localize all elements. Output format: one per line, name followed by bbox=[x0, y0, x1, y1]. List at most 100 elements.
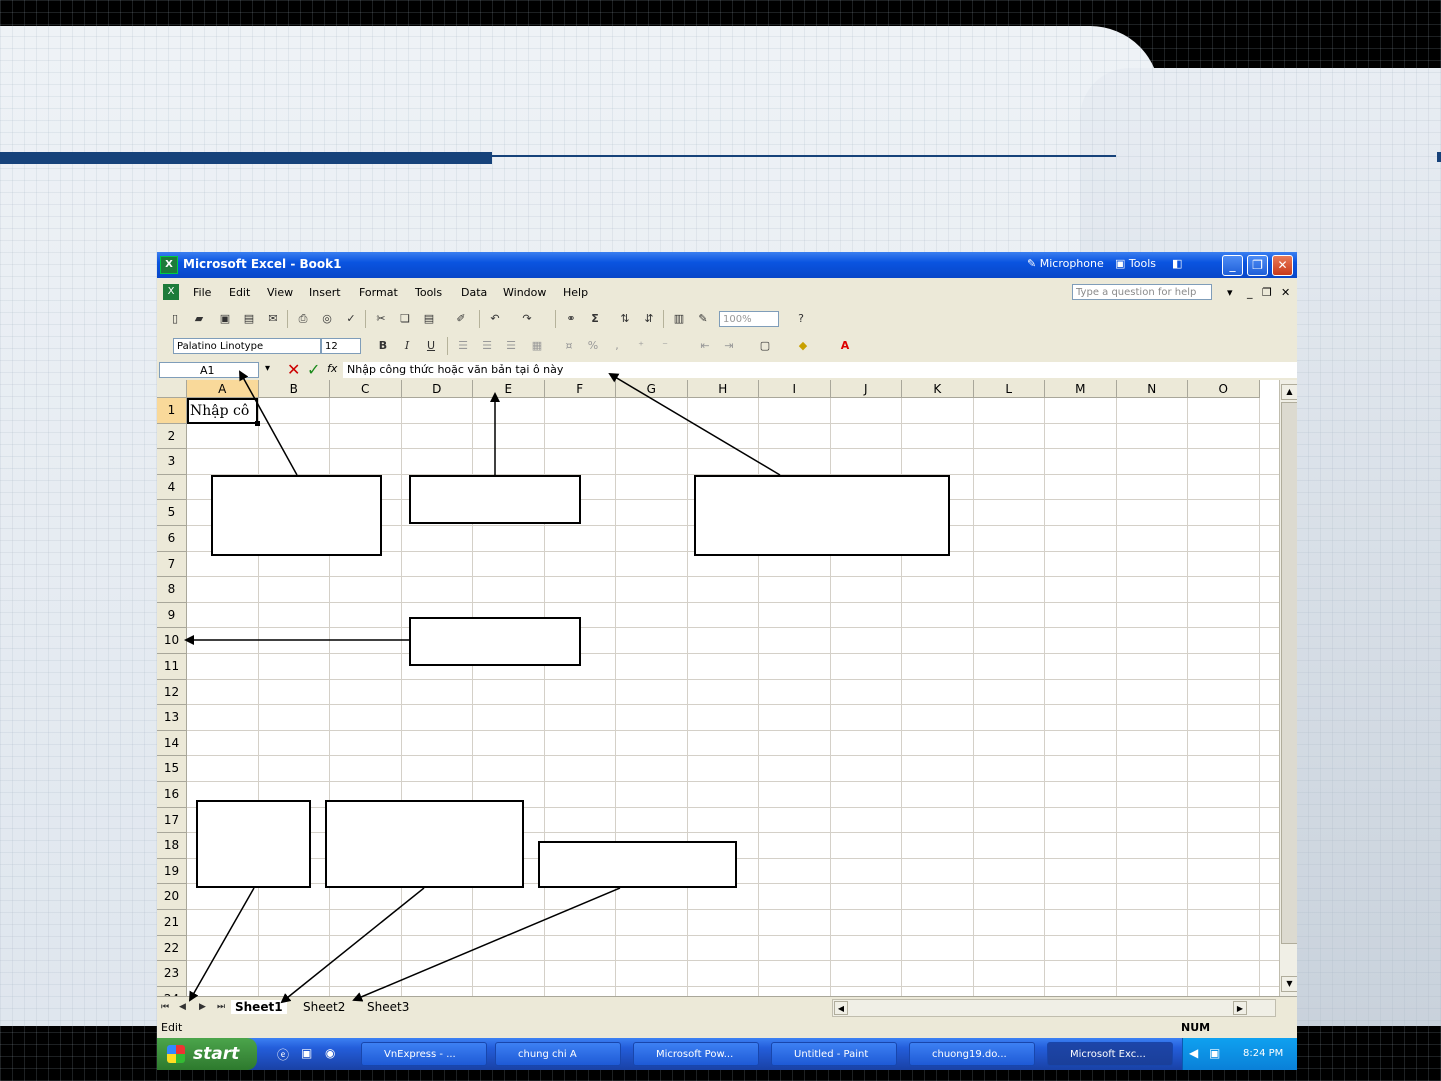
row-header-17[interactable]: 17 bbox=[157, 807, 187, 834]
row-header-10[interactable]: 10 bbox=[157, 628, 187, 654]
decrease-indent-icon[interactable]: ⇤ bbox=[697, 338, 713, 354]
column-header-k[interactable]: K bbox=[902, 380, 974, 398]
scroll-left-icon[interactable]: ◀ bbox=[834, 1001, 848, 1015]
sheet-tab-1[interactable]: Sheet1 bbox=[231, 1000, 287, 1014]
first-sheet-icon[interactable]: ⏮ bbox=[161, 1002, 169, 1012]
row-header-21[interactable]: 21 bbox=[157, 910, 187, 936]
increase-decimal-icon[interactable]: ⁺ bbox=[633, 338, 649, 354]
italic-button[interactable]: I bbox=[399, 338, 415, 354]
row-header-12[interactable]: 12 bbox=[157, 679, 187, 706]
column-header-d[interactable]: D bbox=[401, 380, 473, 398]
chart-wizard-icon[interactable]: ▥ bbox=[671, 311, 687, 327]
help-icon[interactable]: ? bbox=[793, 311, 809, 327]
scroll-thumb[interactable] bbox=[1281, 402, 1297, 944]
menu-insert[interactable]: Insert bbox=[309, 286, 341, 299]
font-size-combo[interactable]: 12 bbox=[321, 338, 361, 354]
sheet-tab-2[interactable]: Sheet2 bbox=[303, 1000, 345, 1014]
column-header-j[interactable]: J bbox=[830, 380, 902, 398]
row-header-4[interactable]: 4 bbox=[157, 474, 187, 501]
row-header-7[interactable]: 7 bbox=[157, 551, 187, 578]
cancel-icon[interactable]: ✕ bbox=[287, 360, 300, 379]
percent-icon[interactable]: % bbox=[585, 338, 601, 354]
menu-help[interactable]: Help bbox=[563, 286, 588, 299]
new-icon[interactable]: ▯ bbox=[167, 311, 183, 327]
tray-arrow-icon[interactable]: ◀ bbox=[1189, 1046, 1198, 1060]
column-header-m[interactable]: M bbox=[1045, 380, 1117, 398]
menu-format[interactable]: Format bbox=[359, 286, 398, 299]
row-header-13[interactable]: 13 bbox=[157, 705, 187, 731]
zoom-combo[interactable]: 100% bbox=[719, 311, 779, 327]
worksheet-grid[interactable]: A B C D E F G H I J K L M N O 1 2 3 4 5 6 7 8 9 10 11 12 13 14 15 16 17… bbox=[157, 380, 1279, 996]
redo-icon[interactable]: ↷ bbox=[519, 311, 535, 327]
enter-icon[interactable]: ✓ bbox=[307, 360, 320, 379]
merge-center-icon[interactable]: ▦ bbox=[529, 338, 545, 354]
horizontal-scrollbar[interactable]: ◀ ▶ bbox=[832, 999, 1276, 1017]
undo-icon[interactable]: ↶ bbox=[487, 311, 503, 327]
row-header-14[interactable]: 14 bbox=[157, 730, 187, 757]
close-button[interactable]: ✕ bbox=[1272, 255, 1293, 276]
name-box-dropdown-icon[interactable]: ▾ bbox=[265, 363, 270, 374]
underline-button[interactable]: U bbox=[423, 338, 439, 354]
scroll-right-icon[interactable]: ▶ bbox=[1233, 1001, 1247, 1015]
font-color-icon[interactable]: A bbox=[837, 338, 853, 354]
row-header-6[interactable]: 6 bbox=[157, 526, 187, 552]
title-bar[interactable]: X Microsoft Excel - Book1 ✎ Microphone ▣… bbox=[157, 252, 1297, 278]
decrease-decimal-icon[interactable]: ⁻ bbox=[657, 338, 673, 354]
scroll-down-icon[interactable]: ▼ bbox=[1281, 976, 1297, 992]
doc-minimize-button[interactable]: _ bbox=[1247, 286, 1253, 299]
open-icon[interactable]: ▰ bbox=[191, 311, 207, 327]
row-header-19[interactable]: 19 bbox=[157, 858, 187, 885]
paste-icon[interactable]: ▤ bbox=[421, 311, 437, 327]
cut-icon[interactable]: ✂ bbox=[373, 311, 389, 327]
permission-icon[interactable]: ▤ bbox=[241, 311, 257, 327]
task-powerpoint[interactable]: Microsoft Pow... bbox=[633, 1042, 759, 1066]
align-center-icon[interactable]: ☰ bbox=[479, 338, 495, 354]
fill-color-icon[interactable]: ◆ bbox=[795, 338, 811, 354]
borders-icon[interactable]: ▢ bbox=[757, 338, 773, 354]
email-icon[interactable]: ✉ bbox=[265, 311, 281, 327]
save-icon[interactable]: ▣ bbox=[217, 311, 233, 327]
column-header-f[interactable]: F bbox=[544, 380, 616, 398]
quicklaunch-ie-icon[interactable]: ⓔ bbox=[277, 1046, 289, 1063]
font-name-combo[interactable]: Palatino Linotype bbox=[173, 338, 321, 354]
insert-function-icon[interactable]: fx bbox=[327, 362, 337, 375]
quicklaunch-media-icon[interactable]: ◉ bbox=[325, 1046, 335, 1060]
row-header-2[interactable]: 2 bbox=[157, 423, 187, 450]
row-header-23[interactable]: 23 bbox=[157, 961, 187, 987]
help-dropdown-icon[interactable]: ▾ bbox=[1227, 286, 1233, 299]
row-header-5[interactable]: 5 bbox=[157, 500, 187, 526]
row-header-1[interactable]: 1 bbox=[157, 398, 187, 424]
menu-edit[interactable]: Edit bbox=[229, 286, 250, 299]
currency-icon[interactable]: ¤ bbox=[561, 338, 577, 354]
column-header-b[interactable]: B bbox=[258, 380, 330, 398]
prev-sheet-icon[interactable]: ◀ bbox=[179, 1002, 186, 1012]
menu-view[interactable]: View bbox=[267, 286, 293, 299]
print-icon[interactable]: ⎙ bbox=[295, 311, 311, 327]
last-sheet-icon[interactable]: ⏭ bbox=[217, 1002, 225, 1012]
document-icon[interactable]: X bbox=[163, 284, 179, 300]
start-button[interactable]: start bbox=[157, 1038, 257, 1070]
print-preview-icon[interactable]: ◎ bbox=[319, 311, 335, 327]
hyperlink-icon[interactable]: ⚭ bbox=[563, 311, 579, 327]
spelling-icon[interactable]: ✓ bbox=[343, 311, 359, 327]
menu-window[interactable]: Window bbox=[503, 286, 546, 299]
help-search-input[interactable]: Type a question for help bbox=[1072, 284, 1212, 300]
speech-tools-button[interactable]: ▣ Tools bbox=[1115, 257, 1156, 270]
autosum-icon[interactable]: Σ bbox=[587, 311, 603, 327]
column-header-l[interactable]: L bbox=[973, 380, 1045, 398]
sort-ascending-icon[interactable]: ⇅ bbox=[617, 311, 633, 327]
task-chung-chi-a[interactable]: chung chi A bbox=[495, 1042, 621, 1066]
row-header-16[interactable]: 16 bbox=[157, 782, 187, 808]
align-right-icon[interactable]: ☰ bbox=[503, 338, 519, 354]
column-header-g[interactable]: G bbox=[616, 380, 688, 398]
row-header-22[interactable]: 22 bbox=[157, 935, 187, 962]
sheet-tab-3[interactable]: Sheet3 bbox=[367, 1000, 409, 1014]
row-header-8[interactable]: 8 bbox=[157, 577, 187, 603]
scroll-up-icon[interactable]: ▲ bbox=[1281, 384, 1297, 400]
column-header-o[interactable]: O bbox=[1188, 380, 1260, 398]
column-header-c[interactable]: C bbox=[330, 380, 402, 398]
row-header-11[interactable]: 11 bbox=[157, 654, 187, 680]
drawing-icon[interactable]: ✎ bbox=[695, 311, 711, 327]
formula-input[interactable]: Nhập công thức hoặc văn bản tại ô này bbox=[343, 362, 1297, 378]
column-header-n[interactable]: N bbox=[1116, 380, 1188, 398]
